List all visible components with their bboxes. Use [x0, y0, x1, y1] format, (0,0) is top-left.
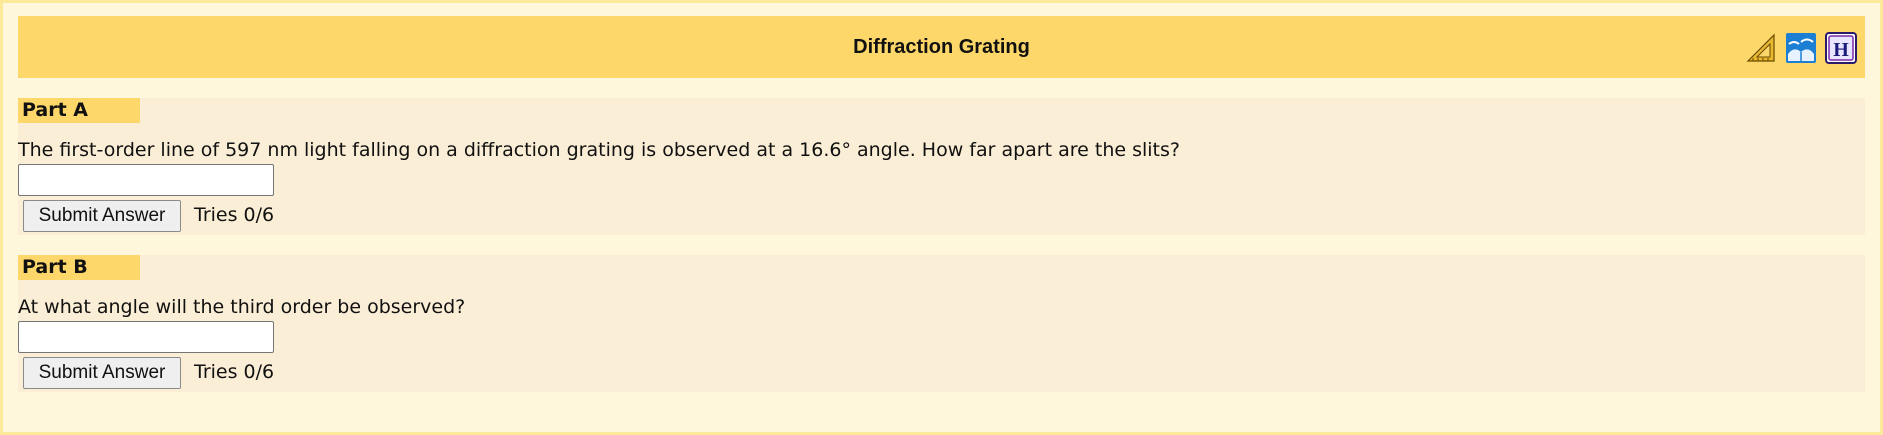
part-a-tries-counter: Tries 0/6	[194, 204, 275, 226]
part-b-section: Part B At what angle will the third orde…	[18, 255, 1865, 392]
svg-text:H: H	[1833, 39, 1849, 61]
part-b-label: Part B	[18, 255, 140, 280]
problem-title: Diffraction Grating	[853, 36, 1030, 58]
part-a-label: Part A	[18, 98, 140, 123]
part-b-tries-counter: Tries 0/6	[194, 361, 275, 383]
part-a-question: The first-order line of 597 nm light fal…	[18, 139, 1180, 161]
part-a-submit-button[interactable]: Submit Answer	[23, 200, 181, 232]
part-a-answer-input[interactable]	[18, 164, 274, 196]
triangle-ruler-icon[interactable]	[1745, 32, 1777, 64]
part-b-submit-button[interactable]: Submit Answer	[23, 357, 181, 389]
part-b-answer-input[interactable]	[18, 321, 274, 353]
part-a-section: Part A The first-order line of 597 nm li…	[18, 98, 1865, 235]
hint-h-icon[interactable]: H	[1825, 32, 1857, 64]
wave-book-icon[interactable]	[1785, 32, 1817, 64]
header-icon-bar: H	[1745, 32, 1857, 64]
problem-header: Diffraction Grating H	[18, 16, 1865, 78]
part-b-question: At what angle will the third order be ob…	[18, 296, 466, 318]
